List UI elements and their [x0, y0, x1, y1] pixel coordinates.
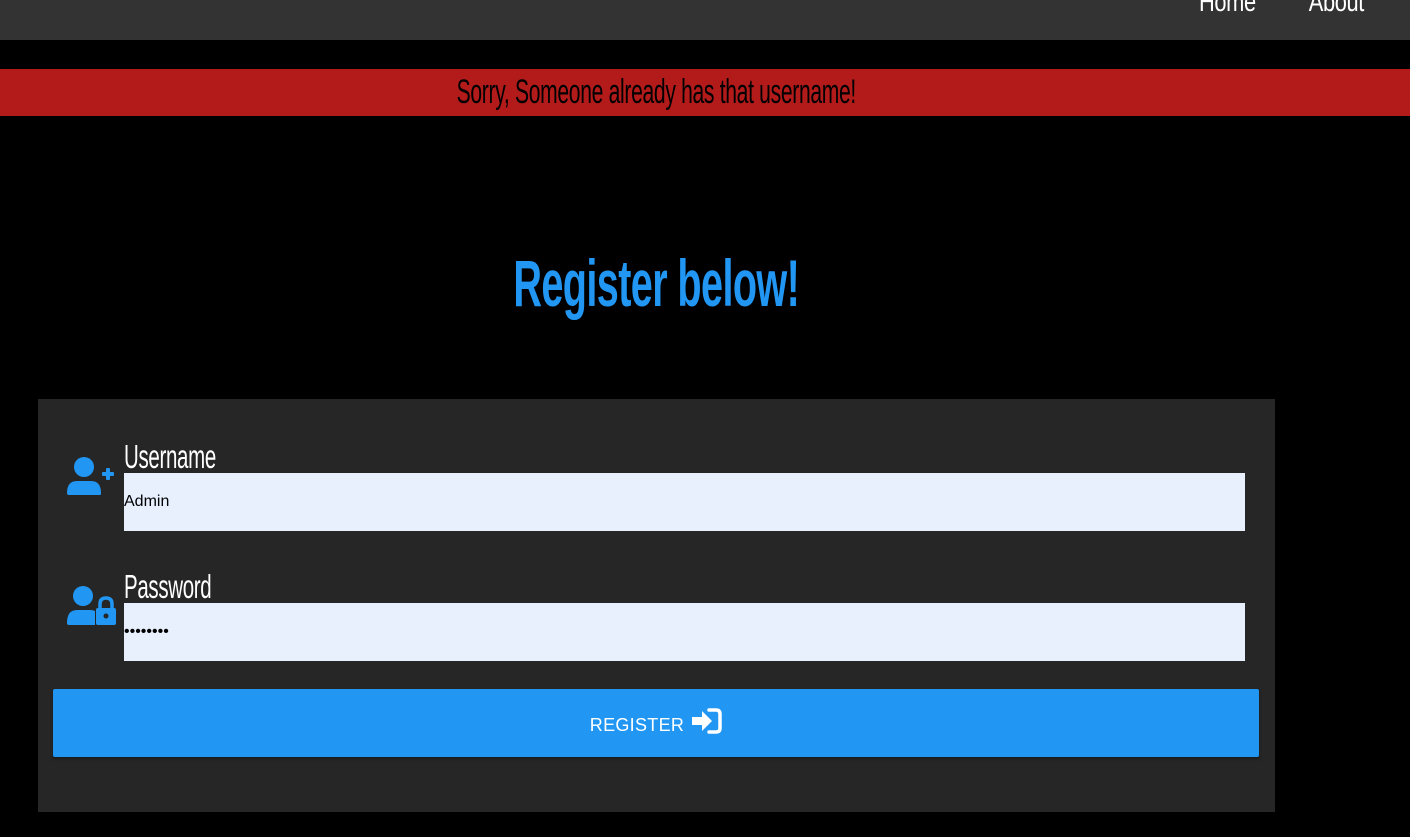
sign-in-icon	[690, 707, 722, 739]
user-plus-icon	[66, 455, 118, 499]
password-input[interactable]	[124, 603, 1245, 661]
navbar: Home About	[0, 0, 1410, 40]
nav-link-home[interactable]: Home	[1199, 0, 1256, 20]
flash-message: Sorry, Someone already has that username…	[456, 73, 857, 111]
username-input[interactable]	[124, 473, 1245, 531]
register-form: Username Password REGISTER	[38, 399, 1275, 812]
register-button[interactable]: REGISTER	[53, 689, 1259, 757]
username-label: Username	[124, 438, 216, 475]
password-label: Password	[124, 568, 212, 605]
page-title: Register below!	[513, 246, 800, 320]
user-lock-icon	[66, 585, 118, 629]
nav-link-about[interactable]: About	[1309, 0, 1365, 20]
nav-links: Home About	[1191, 0, 1372, 20]
flash-error-banner: Sorry, Someone already has that username…	[0, 69, 1410, 116]
register-label: REGISTER	[589, 714, 685, 735]
